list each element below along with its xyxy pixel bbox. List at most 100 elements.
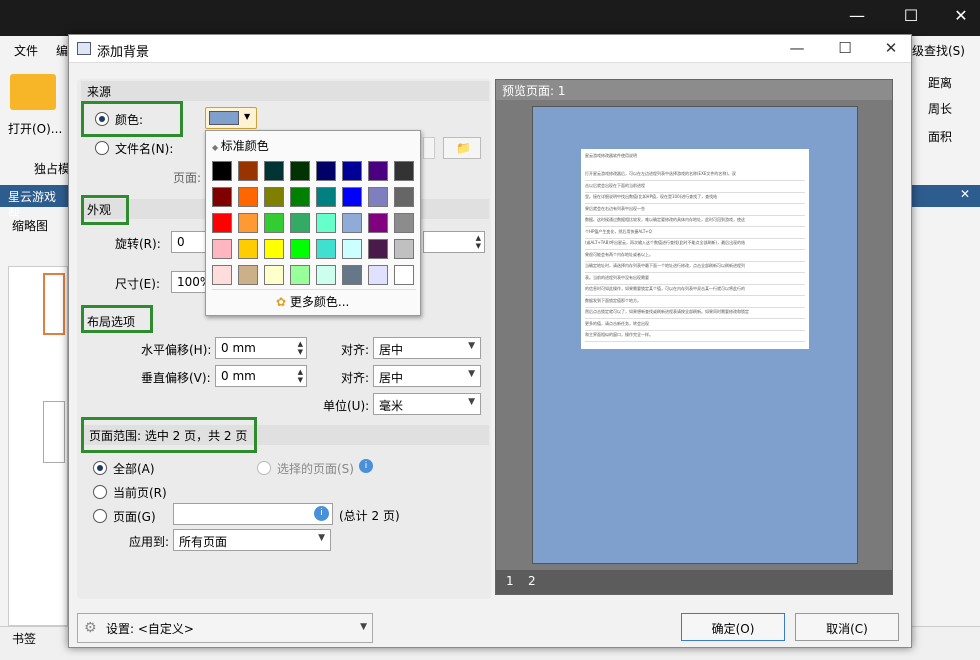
color-swatch[interactable] [342, 161, 362, 181]
thumbnail-page-1[interactable] [43, 273, 65, 335]
color-swatch[interactable] [212, 265, 232, 285]
color-swatch[interactable] [290, 161, 310, 181]
color-swatch[interactable] [394, 161, 414, 181]
doc-tab-close[interactable]: ✕ [912, 185, 980, 207]
color-swatch[interactable] [342, 265, 362, 285]
thumbnail-page-2[interactable] [43, 401, 65, 463]
color-swatch[interactable] [368, 213, 388, 233]
minimize-icon[interactable]: — [842, 6, 872, 25]
rotate-input[interactable]: 0 [171, 231, 209, 253]
v-offset-label: 垂直偏移(V): [141, 371, 211, 385]
find-label[interactable]: 级查找(S) [912, 42, 965, 59]
close-icon[interactable]: ✕ [946, 6, 976, 25]
color-swatch[interactable] [212, 187, 232, 207]
file-radio[interactable] [95, 141, 109, 155]
tool-area[interactable]: 面积 [928, 128, 952, 145]
cancel-button[interactable]: 取消(C) [795, 613, 899, 641]
color-swatch[interactable] [212, 213, 232, 233]
more-colors-button[interactable]: ✿ 更多颜色... [276, 293, 349, 310]
color-swatch[interactable] [368, 187, 388, 207]
apply-to-select[interactable]: 所有页面 ▼ [173, 529, 331, 551]
menu-edit[interactable]: 编 [56, 42, 68, 59]
size-input[interactable]: 100% [171, 271, 211, 293]
standard-colors-label: 标准颜色 [220, 139, 269, 153]
color-swatch[interactable] [238, 187, 258, 207]
color-swatch[interactable] [238, 161, 258, 181]
apply-to-label: 应用到: [129, 535, 170, 549]
color-swatch[interactable] [264, 213, 284, 233]
chevron-down-icon: ▼ [468, 397, 475, 407]
all-radio[interactable] [93, 461, 107, 475]
color-swatch[interactable] [212, 239, 232, 259]
color-swatch[interactable] [316, 239, 336, 259]
color-swatch[interactable] [394, 187, 414, 207]
page-label: 页面: [173, 171, 202, 185]
browse-button[interactable]: 📁 [443, 137, 481, 159]
exclusive-label[interactable]: 独占模 [34, 160, 70, 177]
rotate-spinner[interactable]: ▲ ▼ [423, 231, 485, 253]
close-icon[interactable]: ✕ [881, 39, 901, 57]
maximize-icon[interactable]: ☐ [896, 6, 926, 25]
menu-file[interactable]: 文件 [14, 42, 38, 59]
color-swatch[interactable] [368, 161, 388, 181]
current-page-radio[interactable] [93, 485, 107, 499]
color-swatch[interactable] [290, 187, 310, 207]
color-swatch[interactable] [290, 213, 310, 233]
chevron-down-icon: ▼ [360, 622, 367, 632]
h-offset-input[interactable]: 0 mm ▲ ▼ [215, 337, 307, 359]
folder-icon[interactable] [10, 74, 56, 110]
color-swatch[interactable] [316, 187, 336, 207]
tool-distance[interactable]: 距离 [928, 74, 952, 91]
color-swatch[interactable] [394, 265, 414, 285]
doc-rule [585, 306, 805, 308]
close-icon[interactable]: ✕ [960, 187, 970, 201]
color-picker-button[interactable]: ▼ [205, 107, 257, 129]
color-swatch[interactable] [238, 265, 258, 285]
info-icon[interactable]: i [359, 459, 373, 473]
pages-radio[interactable] [93, 509, 107, 523]
doc-line: 击以后就会出现在下面的当前进程 [585, 182, 645, 188]
minimize-icon[interactable]: — [787, 39, 807, 57]
file-input-end[interactable] [423, 137, 435, 159]
color-swatch[interactable] [238, 239, 258, 259]
color-swatch[interactable] [264, 187, 284, 207]
color-swatch[interactable] [238, 213, 258, 233]
maximize-icon[interactable]: ☐ [835, 39, 855, 57]
color-swatch[interactable] [342, 187, 362, 207]
color-swatch[interactable] [342, 239, 362, 259]
unit-select[interactable]: 毫米 ▼ [373, 393, 481, 415]
color-radio[interactable] [95, 112, 109, 126]
ok-button[interactable]: 确定(O) [681, 613, 785, 641]
color-swatch[interactable] [368, 265, 388, 285]
color-swatch[interactable] [394, 213, 414, 233]
bookmarks-label[interactable]: 书签 [12, 630, 36, 647]
info-icon[interactable]: i [314, 506, 329, 521]
color-swatch[interactable] [316, 161, 336, 181]
color-swatch[interactable] [316, 213, 336, 233]
color-swatch[interactable] [316, 265, 336, 285]
v-offset-input[interactable]: 0 mm ▲ ▼ [215, 365, 307, 387]
doc-tab[interactable]: 星云游戏帮 [0, 185, 68, 221]
color-swatch[interactable] [212, 161, 232, 181]
tool-perimeter[interactable]: 周长 [928, 100, 952, 117]
preview-tab-2[interactable]: 2 [528, 574, 536, 588]
align-v-select[interactable]: 居中 ▼ [373, 365, 481, 387]
open-button[interactable]: 打开(O)... [8, 120, 62, 137]
color-swatch[interactable] [264, 161, 284, 181]
color-swatch[interactable] [368, 239, 388, 259]
color-popup: ◆ 标准颜色 ✿ 更多颜色... [205, 130, 421, 316]
preview-tab-1[interactable]: 1 [506, 574, 514, 588]
doc-rule [585, 318, 805, 319]
color-swatch[interactable] [264, 265, 284, 285]
doc-rule [585, 329, 805, 331]
color-swatch[interactable] [394, 239, 414, 259]
selected-pages-radio[interactable] [257, 461, 271, 475]
color-swatch[interactable] [342, 213, 362, 233]
color-swatch[interactable] [290, 239, 310, 259]
settings-select[interactable]: ⚙ 设置: <自定义> ▼ [77, 613, 373, 643]
current-color-swatch [209, 111, 239, 125]
pages-input[interactable]: i [173, 503, 333, 525]
align-h-select[interactable]: 居中 ▼ [373, 337, 481, 359]
color-swatch[interactable] [264, 239, 284, 259]
color-swatch[interactable] [290, 265, 310, 285]
